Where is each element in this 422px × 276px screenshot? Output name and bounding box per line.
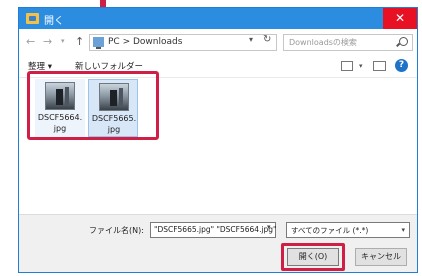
- recent-locations-chevron-icon[interactable]: ▾: [61, 37, 65, 45]
- title-bar: 開く ✕: [19, 8, 417, 29]
- search-icon[interactable]: [399, 37, 408, 46]
- filetype-select[interactable]: すべてのファイル (*.*) ▾: [286, 222, 410, 238]
- refresh-icon[interactable]: ↻: [263, 34, 271, 45]
- search-input[interactable]: Downloadsの検索: [283, 34, 413, 51]
- breadcrumb[interactable]: PC > Downloads: [108, 37, 182, 47]
- open-file-dialog: 開く ✕ ← → ▾ ↑ PC > Downloads ▾ ↻ Download…: [18, 7, 418, 273]
- dialog-footer: ファイル名(N): "DSCF5665.jpg" "DSCF5664.jpg" …: [19, 214, 417, 272]
- app-icon: [26, 13, 39, 24]
- search-placeholder: Downloadsの検索: [289, 38, 357, 47]
- dialog-title: 開く: [44, 16, 64, 27]
- forward-icon[interactable]: →: [43, 35, 52, 48]
- back-icon[interactable]: ←: [26, 35, 35, 48]
- up-folder-icon[interactable]: ↑: [75, 35, 84, 48]
- pc-icon: [93, 37, 104, 49]
- chevron-down-icon: ▾: [401, 226, 405, 234]
- change-view-icon[interactable]: [341, 61, 353, 71]
- cancel-button[interactable]: キャンセル: [355, 248, 407, 266]
- preview-pane-icon[interactable]: [373, 61, 386, 71]
- annotation-highlight-files: [27, 71, 159, 140]
- navigation-bar: ← → ▾ ↑ PC > Downloads ▾ ↻ Downloadsの検索: [19, 30, 417, 56]
- filename-history-chevron-icon[interactable]: ▾: [267, 223, 271, 231]
- filename-label: ファイル名(N):: [89, 226, 144, 235]
- annotation-highlight-open: [281, 243, 345, 271]
- close-button[interactable]: ✕: [383, 8, 417, 29]
- view-options-chevron-icon[interactable]: ▾: [359, 62, 363, 70]
- filename-field[interactable]: "DSCF5665.jpg" "DSCF5664.jpg": [150, 222, 277, 238]
- filename-value: "DSCF5665.jpg" "DSCF5664.jpg": [154, 225, 277, 234]
- address-history-chevron-icon[interactable]: ▾: [249, 35, 253, 44]
- filetype-value: すべてのファイル (*.*): [291, 226, 369, 235]
- help-icon[interactable]: ?: [395, 59, 408, 72]
